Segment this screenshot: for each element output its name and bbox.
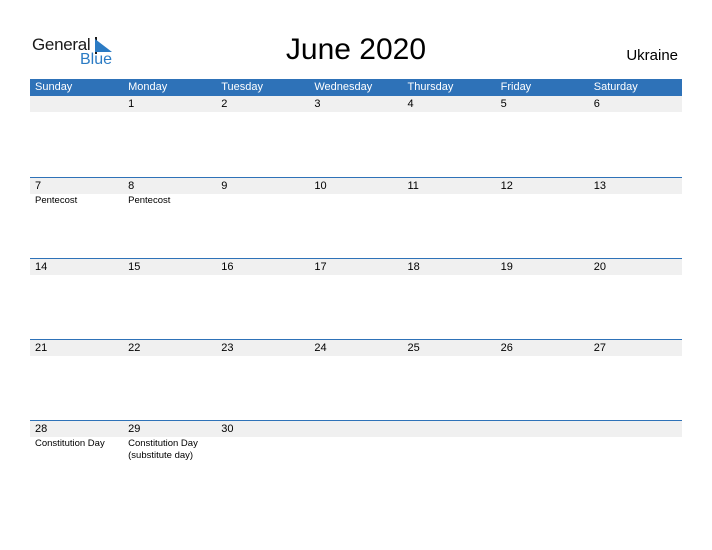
holiday-label — [589, 437, 682, 462]
day-number-band: 1 2 3 4 5 6 — [30, 96, 682, 112]
day-number: 20 — [593, 261, 606, 273]
event-band: Pentecost Pentecost — [30, 194, 682, 207]
day-number: 21 — [35, 342, 48, 354]
day-number: 14 — [35, 261, 48, 273]
week-row: 21 22 23 24 25 26 27 — [30, 339, 682, 420]
day-number: 29 — [128, 423, 141, 435]
event-band — [30, 356, 682, 357]
holiday-label — [30, 275, 123, 276]
day-number: 1 — [128, 98, 135, 110]
holiday-label — [309, 194, 402, 207]
country-label: Ukraine — [626, 47, 678, 64]
day-number: 23 — [221, 342, 234, 354]
weekday-saturday: Saturday — [593, 81, 638, 93]
day-number-band: 7 8 9 10 11 12 13 — [30, 178, 682, 194]
day-number: 11 — [407, 180, 419, 192]
holiday-label — [216, 437, 309, 462]
holiday-label: Constitution Day (substitute day) — [128, 438, 198, 461]
holiday-label: Pentecost — [35, 195, 78, 206]
holiday-label — [30, 112, 123, 113]
holiday-label: Pentecost — [128, 195, 171, 206]
weekday-header: Sunday Monday Tuesday Wednesday Thursday… — [30, 79, 682, 96]
day-number: 24 — [314, 342, 327, 354]
weekday-friday: Friday — [500, 81, 532, 93]
holiday-label — [496, 437, 589, 462]
week-row: 14 15 16 17 18 19 20 — [30, 258, 682, 339]
day-number: 22 — [128, 342, 141, 354]
day-number: 15 — [128, 261, 141, 273]
holiday-label — [589, 112, 682, 113]
day-number: 17 — [314, 261, 327, 273]
holiday-label — [403, 112, 496, 113]
calendar-title: June 2020 — [285, 33, 427, 66]
day-number: 16 — [221, 261, 234, 273]
day-number — [589, 421, 682, 437]
holiday-label — [496, 112, 589, 113]
day-number — [30, 96, 123, 112]
day-number: 2 — [221, 98, 228, 110]
holiday-label — [403, 194, 496, 207]
weekday-wednesday: Wednesday — [314, 81, 373, 93]
week-row: 7 8 9 10 11 12 13 Pentecost Pentecost — [30, 177, 682, 258]
holiday-label — [496, 194, 589, 207]
day-number — [403, 421, 496, 437]
day-number — [309, 421, 402, 437]
holiday-label — [309, 437, 402, 462]
weekday-monday: Monday — [128, 81, 168, 93]
holiday-label — [589, 275, 682, 276]
day-number-band: 14 15 16 17 18 19 20 — [30, 259, 682, 275]
holiday-label — [496, 356, 589, 357]
holiday-label — [30, 356, 123, 357]
week-row: 1 2 3 4 5 6 — [30, 96, 682, 177]
day-number-band: 28 29 30 — [30, 421, 682, 437]
day-number: 28 — [35, 423, 48, 435]
day-number-band: 21 22 23 24 25 26 27 — [30, 340, 682, 356]
day-number: 5 — [500, 98, 507, 110]
holiday-label — [403, 275, 496, 276]
holiday-label — [216, 112, 309, 113]
event-band — [30, 112, 682, 113]
day-number: 19 — [500, 261, 513, 273]
weekday-tuesday: Tuesday — [221, 81, 264, 93]
day-number: 26 — [500, 342, 513, 354]
holiday-label — [216, 356, 309, 357]
day-number: 12 — [500, 180, 513, 192]
day-number: 18 — [407, 261, 420, 273]
holiday-label — [309, 275, 402, 276]
event-band: Constitution Day Constitution Day (substi… — [30, 437, 682, 462]
weekday-sunday: Sunday — [35, 81, 73, 93]
weekday-thursday: Thursday — [407, 81, 454, 93]
holiday-label — [123, 356, 216, 357]
calendar-grid: Sunday Monday Tuesday Wednesday Thursday… — [30, 79, 682, 501]
day-number: 13 — [593, 180, 606, 192]
holiday-label — [216, 275, 309, 276]
day-number: 7 — [35, 180, 42, 192]
day-number — [496, 421, 589, 437]
day-number: 4 — [407, 98, 414, 110]
day-number: 25 — [407, 342, 420, 354]
day-number: 10 — [314, 180, 327, 192]
week-row: 28 29 30 Constitution Day Constitution Day (… — [30, 420, 682, 501]
day-number: 8 — [128, 180, 135, 192]
holiday-label: Constitution Day — [35, 438, 105, 449]
holiday-label — [589, 194, 682, 207]
holiday-label — [309, 112, 402, 113]
day-number: 9 — [221, 180, 228, 192]
day-number: 27 — [593, 342, 606, 354]
holiday-label — [123, 112, 216, 113]
event-band — [30, 275, 682, 276]
day-number: 30 — [221, 423, 234, 435]
day-number: 6 — [593, 98, 600, 110]
holiday-label — [403, 437, 496, 462]
holiday-label — [309, 356, 402, 357]
holiday-label — [589, 356, 682, 357]
holiday-label — [496, 275, 589, 276]
day-number: 3 — [314, 98, 321, 110]
holiday-label — [123, 275, 216, 276]
holiday-label — [216, 194, 309, 207]
holiday-label — [403, 356, 496, 357]
